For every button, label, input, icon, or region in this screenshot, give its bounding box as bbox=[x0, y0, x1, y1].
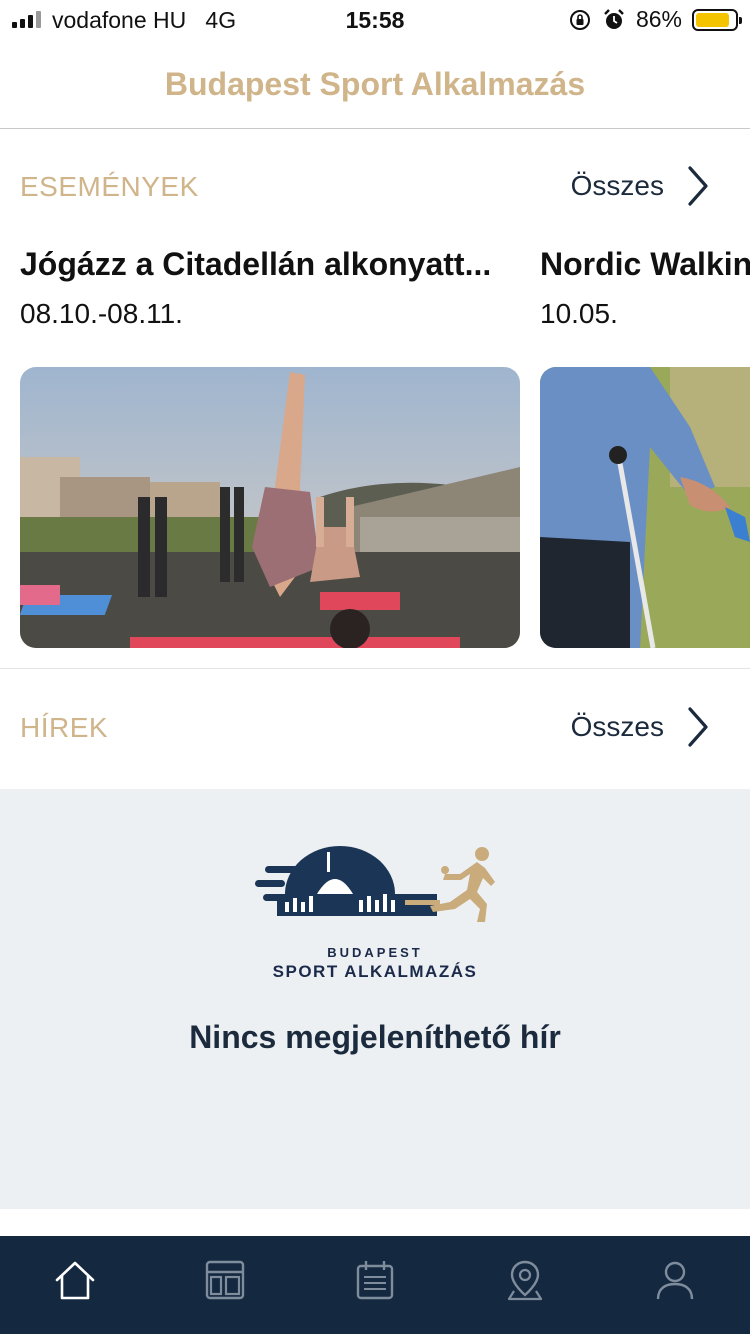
battery-icon bbox=[692, 8, 742, 31]
app-header: Budapest Sport Alkalmazás bbox=[0, 40, 750, 129]
tab-home[interactable] bbox=[45, 1250, 105, 1310]
tab-bar bbox=[0, 1236, 750, 1334]
tab-dashboard[interactable] bbox=[195, 1250, 255, 1310]
divider bbox=[0, 668, 750, 669]
yoga-rooftop-photo bbox=[20, 367, 520, 648]
alarm-icon bbox=[604, 8, 624, 29]
nordic-walking-photo bbox=[540, 367, 750, 648]
profile-icon bbox=[656, 1261, 694, 1300]
app-logo bbox=[255, 846, 495, 922]
news-section-title: HÍREK bbox=[20, 712, 109, 743]
calendar-icon bbox=[356, 1261, 394, 1300]
tab-profile[interactable] bbox=[645, 1250, 705, 1310]
dashboard-icon bbox=[205, 1260, 245, 1300]
events-section-title: ESEMÉNYEK bbox=[20, 171, 199, 202]
battery-percent: 86% bbox=[635, 6, 682, 32]
tab-calendar[interactable] bbox=[345, 1250, 405, 1310]
chevron-right-icon bbox=[688, 707, 708, 747]
empty-news-message: Nincs megjeleníthető hír bbox=[189, 1019, 561, 1055]
events-carousel[interactable]: Jógázz a Citadellán alkonyatt... 08.10.-… bbox=[0, 240, 750, 650]
status-right: 86% bbox=[568, 6, 742, 33]
event-title: Jógázz a Citadellán alkonyatt... bbox=[20, 246, 492, 282]
battery-fill bbox=[696, 12, 729, 27]
news-see-all-button[interactable]: Összes bbox=[571, 706, 710, 748]
chevron-right-icon bbox=[688, 166, 708, 206]
tab-map[interactable] bbox=[495, 1250, 555, 1310]
rotation-lock-icon bbox=[569, 9, 590, 30]
event-card[interactable]: Jógázz a Citadellán alkonyatt... 08.10.-… bbox=[20, 240, 520, 650]
event-card[interactable]: Nordic Walkin 10.05. bbox=[540, 240, 750, 650]
page-title: Budapest Sport Alkalmazás bbox=[164, 66, 586, 102]
event-title: Nordic Walkin bbox=[540, 246, 750, 282]
see-all-label: Összes bbox=[570, 170, 664, 201]
status-bar: vodafone HU 4G 15:58 86% bbox=[0, 0, 750, 40]
events-see-all-button[interactable]: Összes bbox=[571, 165, 710, 207]
map-pin-icon bbox=[507, 1260, 543, 1301]
event-date: 10.05. bbox=[540, 298, 618, 329]
logo-text-line2: SPORT ALKALMAZÁS bbox=[272, 962, 478, 981]
see-all-label: Összes bbox=[570, 711, 664, 742]
news-section-header: HÍREK Összes bbox=[0, 690, 750, 770]
home-icon bbox=[55, 1261, 95, 1300]
logo-text-line1: BUDAPEST bbox=[327, 945, 423, 960]
events-section-header: ESEMÉNYEK Összes bbox=[0, 149, 750, 229]
event-date: 08.10.-08.11. bbox=[20, 298, 183, 329]
news-empty-state: BUDAPEST SPORT ALKALMAZÁS Nincs megjelen… bbox=[0, 789, 750, 1209]
